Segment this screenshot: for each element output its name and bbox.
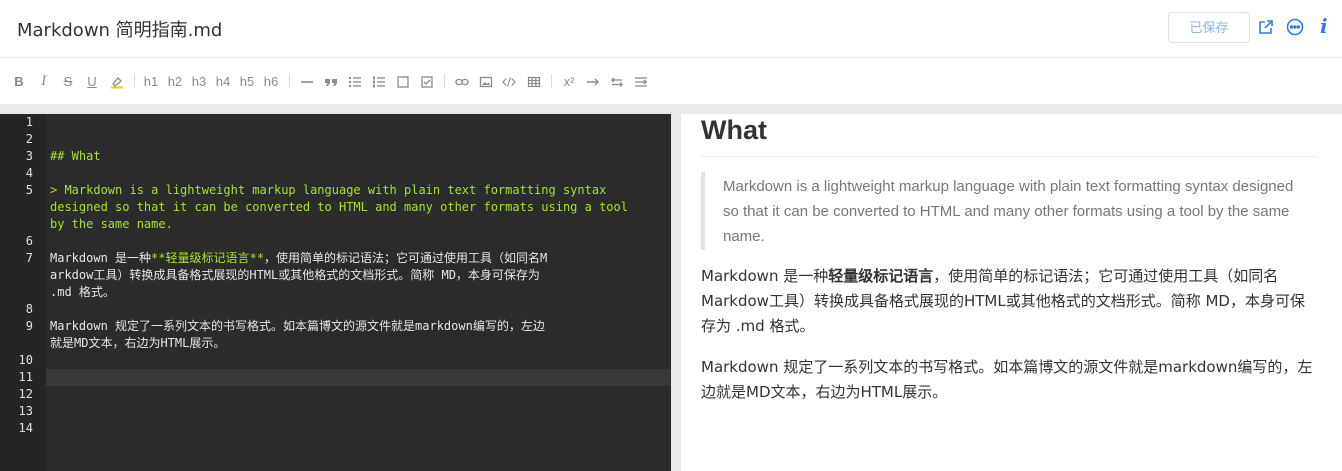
h3-button[interactable]: h3 bbox=[191, 74, 207, 90]
h6-button[interactable]: h6 bbox=[263, 74, 279, 90]
line-number: 1 bbox=[25, 115, 33, 129]
line-number: 14 bbox=[18, 421, 33, 435]
line-number-gutter: 1 2 3 4 5 6 7 8 9 10 11 12 13 14 bbox=[0, 114, 46, 471]
info-icon[interactable]: i bbox=[1320, 14, 1328, 38]
saved-button[interactable]: 已保存 bbox=[1168, 12, 1250, 43]
line-number: 12 bbox=[18, 387, 33, 401]
underline-button[interactable]: U bbox=[86, 74, 98, 90]
code-line-paragraph: arkdow工具）转换成具备格式展现的HTML或其他格式的文档形式。简称 MD，… bbox=[50, 268, 540, 282]
markdown-editor[interactable]: 1 2 3 4 5 6 7 8 9 10 11 12 13 14 ## What… bbox=[0, 114, 671, 471]
highlight-icon[interactable] bbox=[110, 74, 124, 90]
export-icon[interactable] bbox=[1257, 18, 1275, 36]
preview-heading: What bbox=[701, 115, 767, 145]
line-number: 13 bbox=[18, 404, 33, 418]
code-line-paragraph: Markdown 是一种**轻量级标记语言**，使用简单的标记语法；它可通过使用… bbox=[50, 250, 547, 267]
code-line-heading: ## What bbox=[50, 149, 101, 163]
editor-toolbar: B I S U h1 h2 h3 h4 h5 h6 x² bbox=[0, 58, 1342, 104]
toolbar-divider bbox=[444, 74, 445, 88]
html-preview: What Markdown is a lightweight markup la… bbox=[681, 114, 1342, 471]
checked-box-icon[interactable] bbox=[420, 74, 434, 90]
pane-divider[interactable] bbox=[671, 114, 681, 471]
preview-paragraph: Markdown 规定了一系列文本的书写格式。如本篇博文的源文件就是markdo… bbox=[701, 358, 1313, 401]
app-header: Markdown 简明指南.md 已保存 i bbox=[0, 0, 1342, 58]
line-number: 5 bbox=[25, 183, 33, 197]
code-text: ，使用简单的标记语法；它可通过使用工具（如同名M bbox=[263, 251, 548, 265]
swap-arrows-icon[interactable] bbox=[610, 74, 624, 90]
active-line-highlight bbox=[46, 369, 671, 386]
bold-button[interactable]: B bbox=[13, 74, 25, 90]
superscript-button[interactable]: x² bbox=[561, 74, 577, 90]
h2-button[interactable]: h2 bbox=[167, 74, 183, 90]
image-icon[interactable] bbox=[479, 74, 493, 90]
code-icon[interactable] bbox=[502, 74, 518, 90]
numbered-list-icon[interactable] bbox=[372, 74, 386, 90]
bullet-list-icon[interactable] bbox=[348, 74, 362, 90]
paragraph-text: Markdown 是一种 bbox=[701, 267, 829, 285]
line-number: 7 bbox=[25, 251, 33, 265]
code-line-quote: > Markdown is a lightweight markup langu… bbox=[50, 183, 607, 197]
code-line-paragraph: 就是MD文本，右边为HTML展示。 bbox=[50, 336, 226, 350]
code-bold-text: **轻量级标记语言** bbox=[151, 251, 264, 265]
line-number: 4 bbox=[25, 166, 33, 180]
line-number: 8 bbox=[25, 302, 33, 316]
h5-button[interactable]: h5 bbox=[239, 74, 255, 90]
line-number: 2 bbox=[25, 132, 33, 146]
toolbar-divider bbox=[289, 74, 290, 88]
preview-paragraph: Markdown 是一种轻量级标记语言，使用简单的标记语法；它可通过使用工具（如… bbox=[701, 264, 1317, 339]
italic-button[interactable]: I bbox=[38, 74, 50, 90]
h4-button[interactable]: h4 bbox=[215, 74, 231, 90]
blockquote-text: Markdown is a lightweight markup languag… bbox=[723, 178, 1294, 245]
line-number: 10 bbox=[18, 353, 33, 367]
line-number: 9 bbox=[25, 319, 33, 333]
link-icon[interactable] bbox=[455, 74, 469, 90]
align-icon[interactable] bbox=[634, 74, 648, 90]
toolbar-divider bbox=[551, 74, 552, 88]
code-line-paragraph: Markdown 规定了一系列文本的书写格式。如本篇博文的源文件就是markdo… bbox=[50, 319, 545, 333]
heading-underline bbox=[701, 156, 1317, 157]
line-number: 3 bbox=[25, 149, 33, 163]
more-icon[interactable] bbox=[1286, 18, 1304, 36]
line-number: 6 bbox=[25, 234, 33, 248]
quote-icon[interactable] bbox=[324, 74, 338, 90]
arrow-right-icon[interactable] bbox=[586, 74, 600, 90]
horizontal-rule-icon[interactable] bbox=[300, 74, 314, 90]
checkbox-icon[interactable] bbox=[396, 74, 410, 90]
code-line-quote: designed so that it can be converted to … bbox=[50, 200, 628, 214]
strikethrough-button[interactable]: S bbox=[62, 74, 74, 90]
preview-blockquote: Markdown is a lightweight markup languag… bbox=[701, 172, 1317, 250]
line-number: 11 bbox=[18, 370, 33, 384]
document-title[interactable]: Markdown 简明指南.md bbox=[17, 16, 222, 42]
toolbar-separator bbox=[0, 104, 1342, 114]
paragraph-bold-text: 轻量级标记语言 bbox=[828, 267, 934, 285]
toolbar-divider bbox=[134, 74, 135, 88]
h1-button[interactable]: h1 bbox=[143, 74, 159, 90]
table-icon[interactable] bbox=[527, 74, 541, 90]
code-line-paragraph: .md 格式。 bbox=[50, 285, 115, 299]
code-line-quote: by the same name. bbox=[50, 217, 173, 231]
code-text: Markdown 是一种 bbox=[50, 251, 152, 265]
